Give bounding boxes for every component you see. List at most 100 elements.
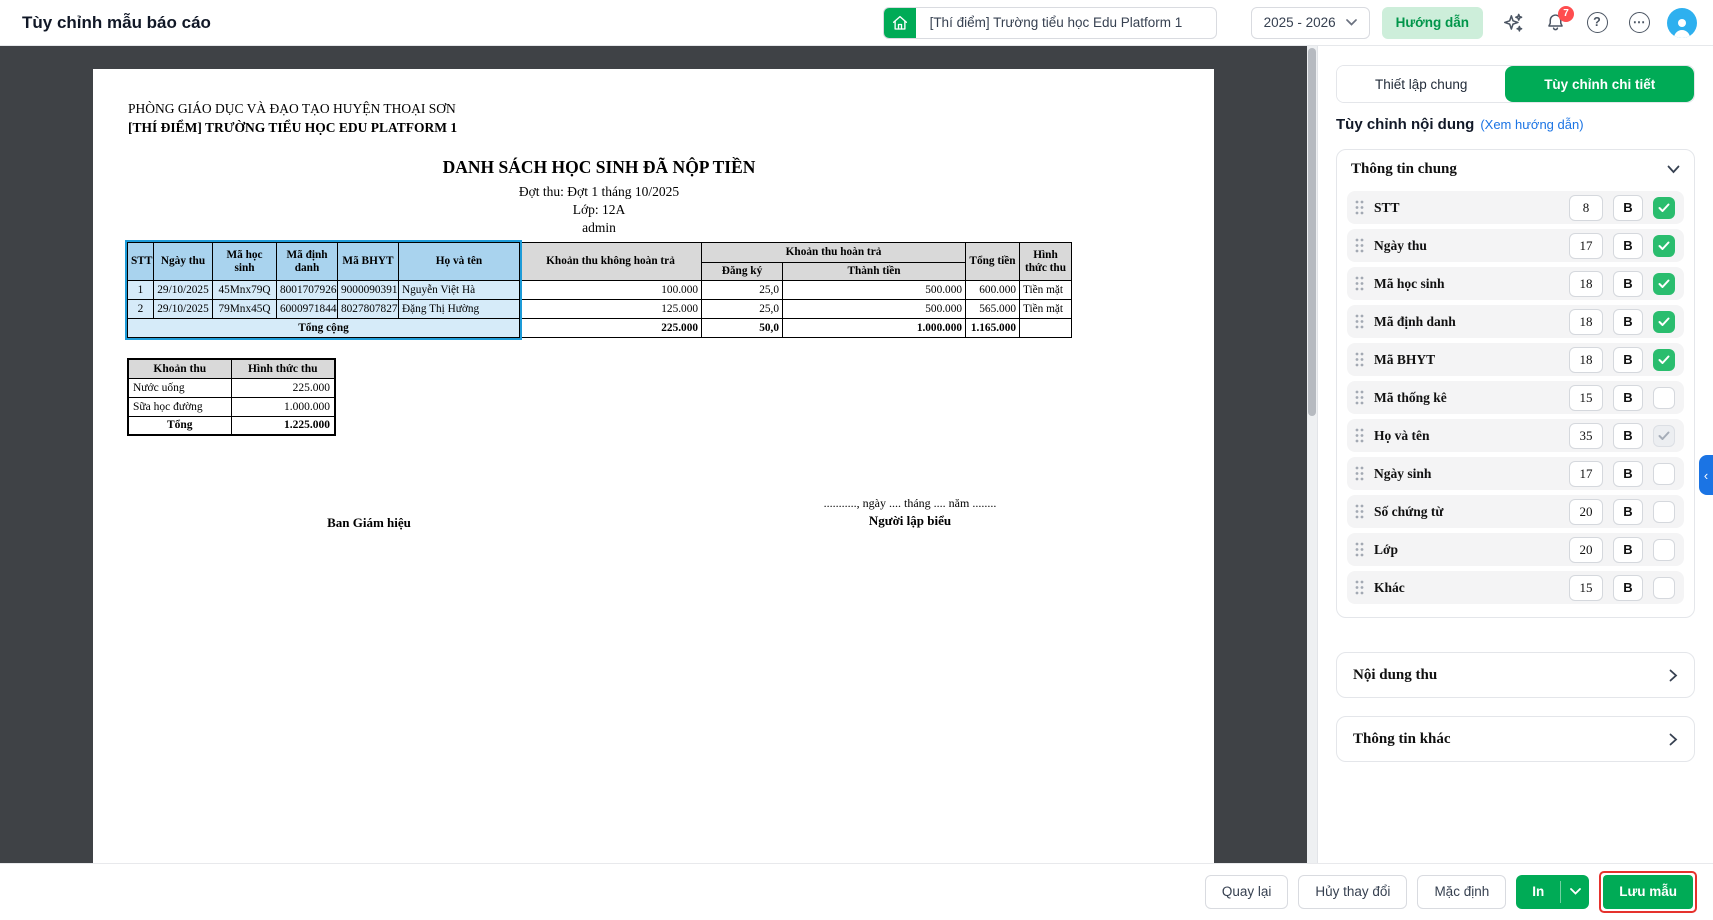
- field-visible-checkbox[interactable]: [1653, 424, 1675, 447]
- guide-link[interactable]: (Xem hướng dẫn): [1480, 117, 1583, 132]
- general-fields: STTBNgày thuBMã học sinhBMã định danhBMã…: [1337, 189, 1694, 617]
- field-visible-checkbox[interactable]: [1653, 234, 1675, 257]
- field-visible-checkbox[interactable]: [1653, 272, 1675, 295]
- drag-handle-icon[interactable]: [1355, 200, 1364, 215]
- bold-toggle-button[interactable]: B: [1613, 270, 1643, 297]
- home-icon: [883, 7, 916, 38]
- signature-right-title: Người lập biểu: [868, 513, 952, 528]
- report-cell: Đặng Thị Hường: [398, 299, 520, 319]
- field-width-input[interactable]: [1569, 308, 1603, 335]
- user-avatar[interactable]: [1667, 7, 1697, 38]
- field-width-input[interactable]: [1569, 422, 1603, 449]
- signature-date-line: ..........., ngày .... tháng .... năm ..…: [823, 496, 997, 510]
- drag-handle-icon[interactable]: [1355, 428, 1364, 443]
- report-cell: 6000971844: [276, 299, 338, 319]
- school-line: [THÍ ĐIỂM] TRƯỜNG TIỂU HỌC EDU PLATFORM …: [128, 120, 458, 135]
- discard-changes-button[interactable]: Hủy thay đổi: [1298, 874, 1408, 909]
- field-width-input[interactable]: [1569, 270, 1603, 297]
- field-width-input[interactable]: [1569, 384, 1603, 411]
- report-cell: 45Mnx79Q: [212, 280, 277, 300]
- field-width-input[interactable]: [1569, 536, 1603, 563]
- section-noi-dung-thu[interactable]: Nội dung thu: [1336, 652, 1695, 698]
- field-width-input[interactable]: [1569, 194, 1603, 221]
- summary-header: Khoản thu: [127, 358, 232, 379]
- report-table-row: 1 29/10/2025 45Mnx79Q 8001707926 9000090391 N…: [127, 280, 1072, 300]
- tab-general-setup[interactable]: Thiết lập chung: [1337, 66, 1506, 102]
- year-selector[interactable]: 2025 - 2026: [1250, 6, 1370, 39]
- drag-handle-icon[interactable]: [1355, 580, 1364, 595]
- bold-toggle-button[interactable]: B: [1613, 574, 1643, 601]
- default-button[interactable]: Mặc định: [1417, 874, 1507, 909]
- section-general-header[interactable]: Thông tin chung: [1337, 150, 1694, 189]
- field-width-input[interactable]: [1569, 574, 1603, 601]
- drag-handle-icon[interactable]: [1355, 352, 1364, 367]
- report-cell: 29/10/2025: [153, 280, 213, 300]
- summary-cell: Sữa học đường: [127, 396, 232, 417]
- report-cell: Nguyễn Việt Hà: [398, 280, 520, 300]
- drag-handle-icon[interactable]: [1355, 504, 1364, 519]
- bold-toggle-button[interactable]: B: [1613, 232, 1643, 259]
- summary-header: Hình thức thu: [230, 358, 336, 379]
- col-header: Mã BHYT: [337, 242, 399, 281]
- bold-toggle-button[interactable]: B: [1613, 536, 1643, 563]
- report-cell: 8001707926: [276, 280, 338, 300]
- report-total-cell: 1.165.000: [965, 318, 1020, 338]
- drag-handle-icon[interactable]: [1355, 542, 1364, 557]
- print-label: In: [1532, 884, 1545, 899]
- field-width-input[interactable]: [1569, 346, 1603, 373]
- drag-handle-icon[interactable]: [1355, 390, 1364, 405]
- bold-toggle-button[interactable]: B: [1613, 346, 1643, 373]
- signature-right: ..........., ngày .... tháng .... năm ..…: [710, 496, 1110, 529]
- field-visible-checkbox[interactable]: [1653, 310, 1675, 333]
- sidebar-collapse-handle[interactable]: ‹: [1699, 455, 1713, 495]
- guide-button[interactable]: Hướng dẫn: [1381, 6, 1483, 39]
- report-cell: 9000090391: [337, 280, 399, 300]
- chevron-down-icon[interactable]: [1561, 875, 1589, 909]
- creator-line: admin: [582, 220, 616, 235]
- field-row-số-chứng-từ: Số chứng từ B: [1347, 495, 1684, 528]
- drag-handle-icon[interactable]: [1355, 466, 1364, 481]
- report-cell: 29/10/2025: [153, 299, 213, 319]
- scrollbar-thumb[interactable]: [1308, 48, 1316, 416]
- topbar-controls: [Thí điểm] Trường tiểu học Edu Platform …: [882, 5, 1697, 39]
- back-button[interactable]: Quay lại: [1204, 874, 1289, 909]
- field-label: Mã định danh: [1374, 313, 1456, 329]
- drag-handle-icon[interactable]: [1355, 276, 1364, 291]
- preview-scrollbar[interactable]: [1307, 46, 1317, 863]
- report-cell: 8027807827: [337, 299, 399, 319]
- tab-detail-customize[interactable]: Tùy chỉnh chi tiết: [1505, 66, 1694, 102]
- school-selector[interactable]: [Thí điểm] Trường tiểu học Edu Platform …: [882, 6, 1217, 39]
- col-header: Tổng tiền: [965, 242, 1020, 281]
- col-header: Mã học sinh: [212, 242, 277, 281]
- chevron-down-icon: [1667, 165, 1680, 174]
- bold-toggle-button[interactable]: B: [1613, 422, 1643, 449]
- field-width-input[interactable]: [1569, 498, 1603, 525]
- field-visible-checkbox[interactable]: [1653, 196, 1675, 219]
- bold-toggle-button[interactable]: B: [1613, 460, 1643, 487]
- field-width-input[interactable]: [1569, 232, 1603, 259]
- field-width-input[interactable]: [1569, 460, 1603, 487]
- drag-handle-icon[interactable]: [1355, 238, 1364, 253]
- report-cell: Tiền mặt: [1019, 280, 1072, 300]
- bold-toggle-button[interactable]: B: [1613, 194, 1643, 221]
- bold-toggle-button[interactable]: B: [1613, 498, 1643, 525]
- bold-toggle-button[interactable]: B: [1613, 308, 1643, 335]
- help-button[interactable]: ?: [1585, 11, 1609, 35]
- field-visible-checkbox[interactable]: [1653, 576, 1675, 599]
- save-template-button[interactable]: Lưu mẫu: [1603, 874, 1693, 909]
- section-thong-tin-khac[interactable]: Thông tin khác: [1336, 716, 1695, 762]
- col-header: Ngày thu: [153, 242, 213, 281]
- chevron-left-icon: ‹: [1703, 467, 1709, 483]
- drag-handle-icon[interactable]: [1355, 314, 1364, 329]
- notifications-button[interactable]: 7: [1543, 5, 1574, 35]
- field-visible-checkbox[interactable]: [1653, 500, 1675, 523]
- more-menu-button[interactable]: ⋯: [1627, 11, 1651, 35]
- report-total-row: Tổng cộng 225.000 50,0 1.000.000 1.165.000: [127, 318, 1072, 338]
- bold-toggle-button[interactable]: B: [1613, 384, 1643, 411]
- ai-sparkle-button[interactable]: [1501, 11, 1525, 35]
- field-visible-checkbox[interactable]: [1653, 386, 1675, 409]
- field-visible-checkbox[interactable]: [1653, 462, 1675, 485]
- field-visible-checkbox[interactable]: [1653, 348, 1675, 371]
- print-button[interactable]: In: [1516, 874, 1590, 909]
- field-visible-checkbox[interactable]: [1653, 538, 1675, 561]
